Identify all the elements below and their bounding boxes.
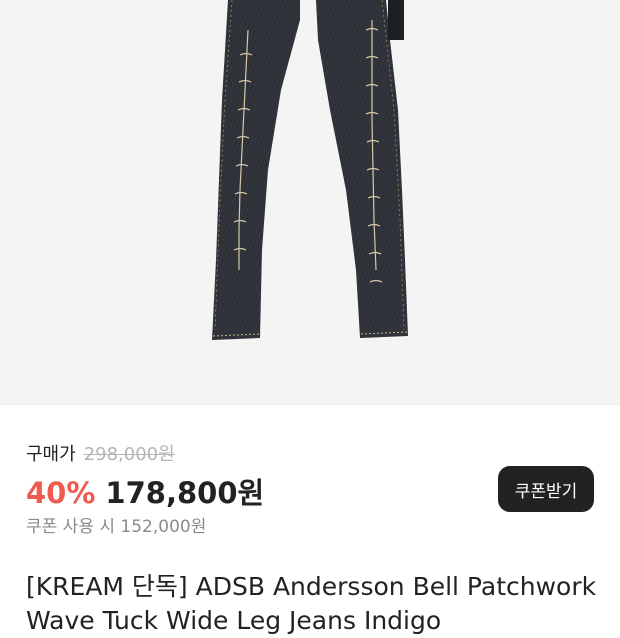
product-image[interactable] (0, 0, 620, 404)
discount-rate: 40% (26, 476, 96, 510)
price-row: 구매가 298,000원 (26, 440, 175, 466)
coupon-price-text: 쿠폰 사용 시 152,000원 (26, 517, 207, 537)
sale-price: 178,800원 (105, 476, 265, 510)
get-coupon-button[interactable]: 쿠폰받기 (498, 466, 594, 512)
get-coupon-label: 쿠폰받기 (514, 481, 578, 502)
right-leg (316, 0, 408, 338)
divider (0, 404, 620, 405)
product-title-line-2: Wave Tuck Wide Leg Jeans Indigo (26, 606, 442, 635)
product-title: [KREAM 단독] ADSB Andersson Bell Patchwork… (26, 570, 620, 638)
purchase-label: 구매가 (26, 444, 76, 465)
product-title-line-1: [KREAM 단독] ADSB Andersson Bell Patchwork (26, 572, 597, 601)
sale-row: 40% 178,800원 (26, 470, 264, 512)
jeans-illustration (212, 0, 408, 340)
original-price: 298,000원 (83, 444, 175, 465)
left-leg (212, 0, 300, 340)
belt-strap (388, 0, 404, 40)
